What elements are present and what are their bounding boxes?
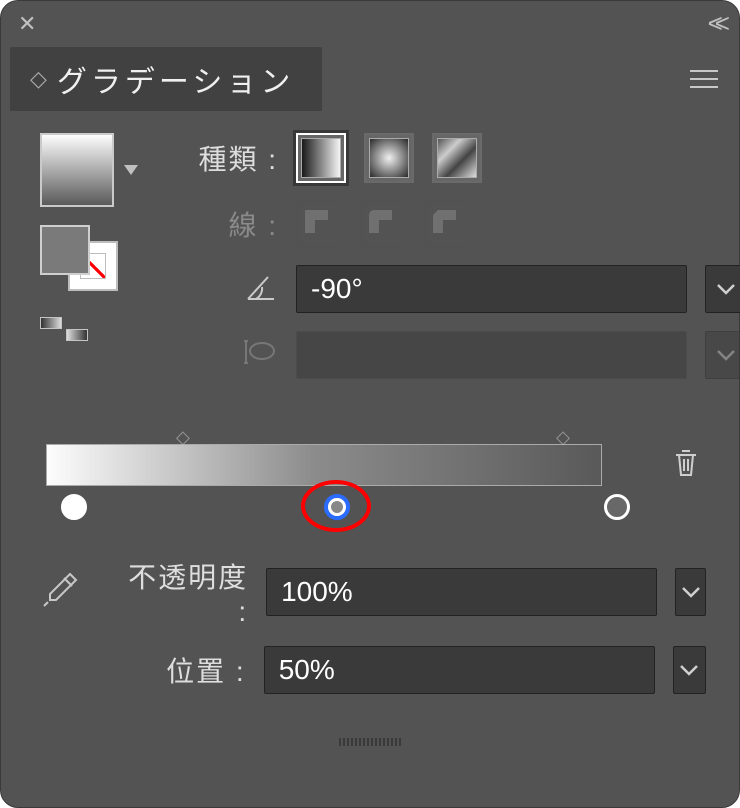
location-dropdown[interactable] [673, 646, 706, 694]
gradient-tab-icon: ◇ [30, 66, 47, 92]
gradient-type-linear[interactable] [296, 133, 346, 183]
location-input[interactable] [264, 646, 655, 694]
gradient-editor: ◇ ◇ [46, 427, 700, 528]
opacity-input[interactable] [266, 568, 657, 616]
panel-title: グラデーション [57, 57, 294, 101]
angle-input[interactable] [296, 265, 687, 313]
panel-titlebar: ✕ << [4, 4, 736, 41]
delete-stop-icon[interactable] [672, 447, 700, 484]
opacity-midpoint-icon[interactable]: ◇ [556, 427, 570, 448]
reverse-gradient-button[interactable] [40, 317, 138, 341]
color-stop-start[interactable] [61, 494, 87, 520]
gradient-panel: ✕ << ◇ グラデーション [0, 0, 740, 808]
panel-tab-gradient[interactable]: ◇ グラデーション [10, 47, 322, 111]
gradient-ramp[interactable] [46, 444, 602, 486]
opacity-midpoint-icon[interactable]: ◇ [176, 427, 190, 448]
aspect-ratio-icon [178, 337, 278, 374]
type-label: 種類 : [178, 138, 278, 178]
angle-dropdown[interactable] [705, 265, 740, 313]
gradient-presets-dropdown-icon[interactable] [124, 165, 138, 175]
angle-value[interactable] [311, 273, 672, 305]
color-stop-end[interactable] [604, 494, 630, 520]
angle-icon [178, 269, 278, 310]
aspect-input [296, 331, 687, 379]
location-label: 位置 : [105, 650, 246, 690]
eyedropper-icon[interactable] [40, 570, 80, 615]
fill-stroke-toggle[interactable] [40, 225, 118, 291]
stroke-align-outside[interactable] [424, 201, 470, 247]
color-stops-row [46, 488, 700, 528]
opacity-stops-row: ◇ ◇ [46, 427, 700, 448]
close-icon[interactable]: ✕ [18, 11, 36, 37]
fill-swatch[interactable] [40, 225, 90, 275]
opacity-dropdown[interactable] [675, 568, 706, 616]
gradient-type-freeform[interactable] [432, 133, 482, 183]
tab-row: ◇ グラデーション [4, 47, 736, 111]
color-stop-mid-selected[interactable] [324, 494, 350, 520]
aspect-dropdown [705, 331, 740, 379]
panel-resize-grip[interactable] [4, 738, 736, 746]
stroke-align-inside[interactable] [296, 201, 342, 247]
location-value[interactable] [279, 654, 640, 686]
opacity-label: 不透明度 : [118, 556, 248, 628]
opacity-value[interactable] [281, 576, 642, 608]
gradient-type-radial[interactable] [364, 133, 414, 183]
collapse-icon[interactable]: << [708, 8, 722, 39]
stroke-align-center[interactable] [360, 201, 406, 247]
panel-menu-icon[interactable] [690, 70, 718, 88]
gradient-preview-swatch[interactable] [40, 133, 114, 207]
stroke-label: 線 : [178, 204, 278, 244]
